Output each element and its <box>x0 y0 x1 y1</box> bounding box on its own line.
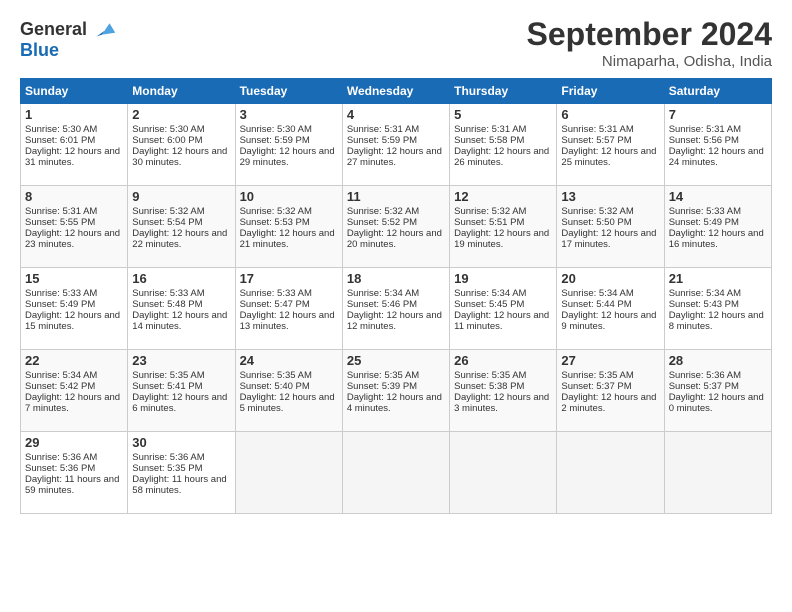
table-row: 16 Sunrise: 5:33 AM Sunset: 5:48 PM Dayl… <box>128 268 235 350</box>
week-row: 22 Sunrise: 5:34 AM Sunset: 5:42 PM Dayl… <box>21 350 772 432</box>
table-row: 24 Sunrise: 5:35 AM Sunset: 5:40 PM Dayl… <box>235 350 342 432</box>
table-row: 13 Sunrise: 5:32 AM Sunset: 5:50 PM Dayl… <box>557 186 664 268</box>
empty-cell <box>557 432 664 514</box>
table-row: 28 Sunrise: 5:36 AM Sunset: 5:37 PM Dayl… <box>664 350 771 432</box>
col-thursday: Thursday <box>450 79 557 104</box>
table-row: 12 Sunrise: 5:32 AM Sunset: 5:51 PM Dayl… <box>450 186 557 268</box>
col-wednesday: Wednesday <box>342 79 449 104</box>
empty-cell <box>664 432 771 514</box>
calendar-table: Sunday Monday Tuesday Wednesday Thursday… <box>20 78 772 514</box>
table-row: 5 Sunrise: 5:31 AM Sunset: 5:58 PM Dayli… <box>450 104 557 186</box>
table-row: 2 Sunrise: 5:30 AM Sunset: 6:00 PM Dayli… <box>128 104 235 186</box>
table-row: 30 Sunrise: 5:36 AM Sunset: 5:35 PM Dayl… <box>128 432 235 514</box>
table-row: 11 Sunrise: 5:32 AM Sunset: 5:52 PM Dayl… <box>342 186 449 268</box>
table-row: 22 Sunrise: 5:34 AM Sunset: 5:42 PM Dayl… <box>21 350 128 432</box>
table-row: 23 Sunrise: 5:35 AM Sunset: 5:41 PM Dayl… <box>128 350 235 432</box>
table-row: 10 Sunrise: 5:32 AM Sunset: 5:53 PM Dayl… <box>235 186 342 268</box>
empty-cell <box>450 432 557 514</box>
week-row: 8 Sunrise: 5:31 AM Sunset: 5:55 PM Dayli… <box>21 186 772 268</box>
table-row: 3 Sunrise: 5:30 AM Sunset: 5:59 PM Dayli… <box>235 104 342 186</box>
empty-cell <box>342 432 449 514</box>
table-row: 9 Sunrise: 5:32 AM Sunset: 5:54 PM Dayli… <box>128 186 235 268</box>
title-section: September 2024 Nimaparha, Odisha, India <box>527 16 772 70</box>
header-row: Sunday Monday Tuesday Wednesday Thursday… <box>21 79 772 104</box>
col-friday: Friday <box>557 79 664 104</box>
table-row: 27 Sunrise: 5:35 AM Sunset: 5:37 PM Dayl… <box>557 350 664 432</box>
header: General Blue September 2024 Nimaparha, O… <box>20 16 772 70</box>
table-row: 17 Sunrise: 5:33 AM Sunset: 5:47 PM Dayl… <box>235 268 342 350</box>
table-row: 15 Sunrise: 5:33 AM Sunset: 5:49 PM Dayl… <box>21 268 128 350</box>
table-row: 4 Sunrise: 5:31 AM Sunset: 5:59 PM Dayli… <box>342 104 449 186</box>
table-row: 25 Sunrise: 5:35 AM Sunset: 5:39 PM Dayl… <box>342 350 449 432</box>
month-title: September 2024 <box>527 16 772 53</box>
col-tuesday: Tuesday <box>235 79 342 104</box>
col-saturday: Saturday <box>664 79 771 104</box>
table-row: 20 Sunrise: 5:34 AM Sunset: 5:44 PM Dayl… <box>557 268 664 350</box>
table-row: 14 Sunrise: 5:33 AM Sunset: 5:49 PM Dayl… <box>664 186 771 268</box>
logo: General Blue <box>20 16 117 61</box>
table-row: 7 Sunrise: 5:31 AM Sunset: 5:56 PM Dayli… <box>664 104 771 186</box>
table-row: 26 Sunrise: 5:35 AM Sunset: 5:38 PM Dayl… <box>450 350 557 432</box>
logo-icon <box>89 16 117 44</box>
week-row: 29 Sunrise: 5:36 AM Sunset: 5:36 PM Dayl… <box>21 432 772 514</box>
location: Nimaparha, Odisha, India <box>527 53 772 70</box>
table-row: 6 Sunrise: 5:31 AM Sunset: 5:57 PM Dayli… <box>557 104 664 186</box>
calendar-container: General Blue September 2024 Nimaparha, O… <box>0 0 792 524</box>
week-row: 15 Sunrise: 5:33 AM Sunset: 5:49 PM Dayl… <box>21 268 772 350</box>
col-monday: Monday <box>128 79 235 104</box>
table-row: 21 Sunrise: 5:34 AM Sunset: 5:43 PM Dayl… <box>664 268 771 350</box>
table-row: 19 Sunrise: 5:34 AM Sunset: 5:45 PM Dayl… <box>450 268 557 350</box>
table-row: 8 Sunrise: 5:31 AM Sunset: 5:55 PM Dayli… <box>21 186 128 268</box>
table-row: 1 Sunrise: 5:30 AM Sunset: 6:01 PM Dayli… <box>21 104 128 186</box>
empty-cell <box>235 432 342 514</box>
table-row: 29 Sunrise: 5:36 AM Sunset: 5:36 PM Dayl… <box>21 432 128 514</box>
table-row: 18 Sunrise: 5:34 AM Sunset: 5:46 PM Dayl… <box>342 268 449 350</box>
logo-text: General <box>20 19 87 41</box>
col-sunday: Sunday <box>21 79 128 104</box>
week-row: 1 Sunrise: 5:30 AM Sunset: 6:01 PM Dayli… <box>21 104 772 186</box>
